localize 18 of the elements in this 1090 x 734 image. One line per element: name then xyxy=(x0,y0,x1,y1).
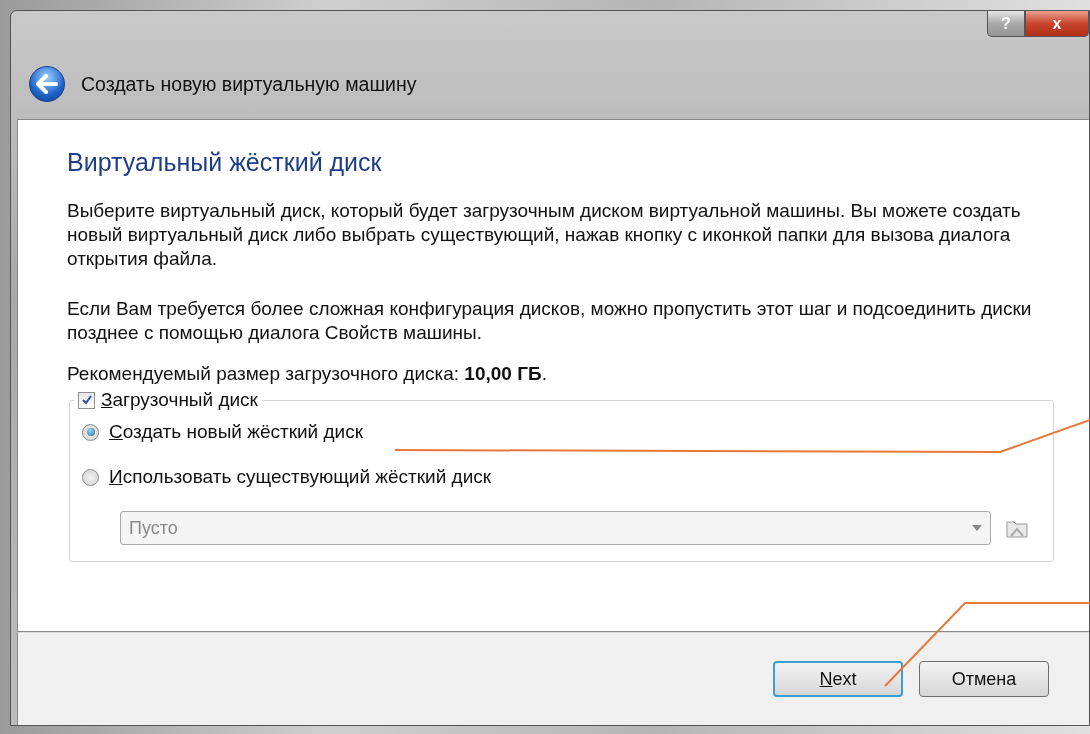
back-arrow-icon xyxy=(36,74,58,94)
close-button[interactable]: x xyxy=(1025,11,1089,37)
radio-button[interactable] xyxy=(82,468,99,486)
boot-disk-checkbox[interactable] xyxy=(78,391,95,409)
page-heading: Виртуальный жёсткий диск xyxy=(67,148,383,177)
back-button[interactable] xyxy=(29,66,65,102)
checkmark-icon xyxy=(80,394,93,406)
checkbox-label: Загрузочный диск xyxy=(101,389,258,411)
recommended-size-text: Рекомендуемый размер загрузочного диска: 10,00 ГБ. xyxy=(67,363,548,385)
next-button[interactable]: Next xyxy=(773,661,903,697)
cancel-button[interactable]: Отмена xyxy=(919,661,1049,697)
description-text: Если Вам требуется более сложная конфигурация дисков, можно пропустить этот шаг и подсоединить диски позднее с помощью диалога Свойств машины. xyxy=(67,297,1033,345)
radio-label: Использовать существующий жёсткий диск xyxy=(109,466,492,488)
radio-label: Создать новый жёсткий диск xyxy=(109,421,363,443)
radio-button[interactable] xyxy=(82,423,99,441)
dropdown-caret-icon xyxy=(972,525,982,531)
window-title: Создать новую виртуальную машину xyxy=(81,72,417,96)
description-text: Выберите виртуальный диск, который будет загрузочным диском виртуальной машины. Вы можете создать новый виртуальный диск либо выбрать существующий, нажав кнопку с иконкой папки для вызова диалога открытия файла. xyxy=(67,199,1022,271)
